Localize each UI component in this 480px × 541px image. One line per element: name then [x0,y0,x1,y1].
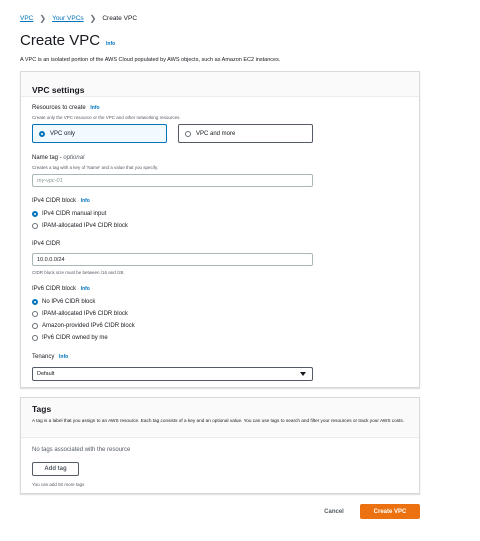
ipv6-owned-radio[interactable] [32,335,38,341]
vpc-only-label: VPC only [50,130,76,137]
vpc-settings-panel: VPC settings Resources to create Info Cr… [20,71,420,388]
ipv6-amazon-radio[interactable] [32,323,38,329]
tags-header: Tags A tag is a label that you assign to… [21,398,419,438]
vpc-and-more-label: VPC and more [196,130,236,137]
name-tag-hint: Creates a tag with a key of 'Name' and a… [32,165,159,170]
chevron-right-icon: ❯ [89,14,97,23]
caret-down-icon [300,372,306,376]
ipv6-ipam-option[interactable]: IPAM-allocated IPv6 CIDR block [32,311,128,317]
tenancy-info-link[interactable]: Info [59,354,68,360]
vpc-only-tile[interactable]: VPC only [32,124,167,143]
ipv4-cidr-label: IPv4 CIDR [32,241,61,247]
ipv4-ipam-option[interactable]: IPAM-allocated IPv4 CIDR block [32,223,128,229]
resources-hint: Create only the VPC resource or the VPC … [32,115,181,120]
vpc-and-more-radio[interactable] [185,130,191,137]
name-tag-input[interactable]: my-vpc-01 [32,174,313,187]
name-tag-label: Name tag - optional [32,155,85,161]
ipv4-block-label: IPv4 CIDR block Info [32,198,90,204]
tags-empty-text: No tags associated with the resource [32,447,131,453]
tags-title: Tags [32,404,52,414]
ipv6-block-label: IPv6 CIDR block Info [32,286,90,292]
tags-hint: You can add 50 more tags [32,482,85,487]
page-title-row: Create VPC Info [20,32,115,49]
title-info-link[interactable]: Info [106,41,115,47]
page-title: Create VPC [20,32,101,49]
resources-info-link[interactable]: Info [90,105,99,111]
ipv4-ipam-radio[interactable] [32,223,38,229]
vpc-only-radio[interactable] [39,130,45,137]
breadcrumb-current: Create VPC [102,15,138,22]
tenancy-select[interactable]: Default [32,367,313,381]
ipv6-none-option[interactable]: No IPv6 CIDR block [32,299,95,305]
ipv6-info-link[interactable]: Info [81,286,90,292]
tags-panel: Tags A tag is a label that you assign to… [20,397,420,494]
ipv6-ipam-radio[interactable] [32,311,38,317]
resources-label: Resources to create Info [32,105,100,111]
vpc-settings-title: VPC settings [32,85,85,95]
ipv6-none-radio[interactable] [32,299,38,305]
create-vpc-button[interactable]: Create VPC [360,504,420,519]
ipv4-info-link[interactable]: Info [81,198,90,204]
breadcrumb-vpc-link[interactable]: VPC [20,15,33,22]
vpc-settings-header: VPC settings [21,72,419,97]
ipv6-owned-option[interactable]: IPv6 CIDR owned by me [32,335,108,341]
tags-description: A tag is a label that you assign to an A… [32,418,404,423]
cancel-button[interactable]: Cancel [316,505,352,519]
chevron-right-icon: ❯ [39,14,47,23]
breadcrumb-your-vpcs-link[interactable]: Your VPCs [52,15,84,22]
vpc-and-more-tile[interactable]: VPC and more [178,124,313,143]
ipv4-manual-radio[interactable] [32,211,38,217]
ipv4-manual-option[interactable]: IPv4 CIDR manual input [32,211,106,217]
tenancy-label: Tenancy Info [32,354,69,360]
breadcrumb: VPC ❯ Your VPCs ❯ Create VPC [20,14,137,23]
page-description: A VPC is an isolated portion of the AWS … [20,57,281,63]
add-tag-button[interactable]: Add tag [32,462,79,476]
ipv4-cidr-input[interactable]: 10.0.0.0/24 [32,253,313,266]
ipv6-amazon-option[interactable]: Amazon-provided IPv6 CIDR block [32,323,135,329]
ipv4-cidr-hint: CIDR block size must be between /16 and … [32,270,125,275]
